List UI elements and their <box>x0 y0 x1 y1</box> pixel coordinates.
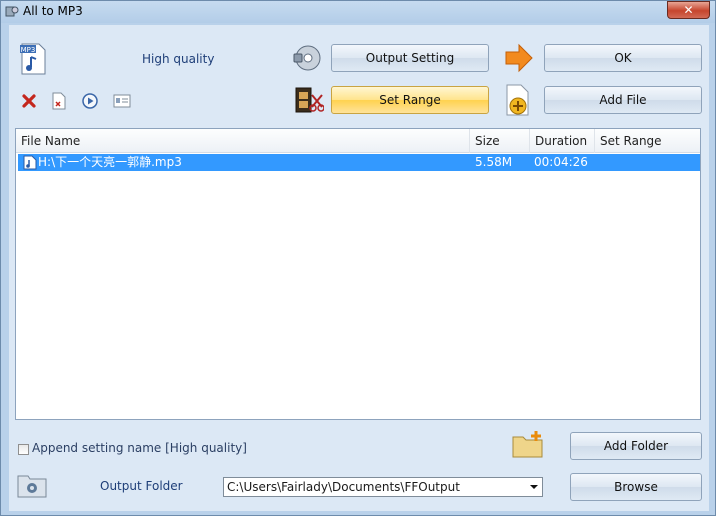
add-file-button[interactable]: Add File <box>544 86 702 114</box>
set-range-button[interactable]: Set Range <box>331 86 489 114</box>
settings-disc-icon[interactable] <box>292 43 322 73</box>
app-window: All to MP3 ✕ MP3 High quality Output Set… <box>0 0 716 516</box>
file-duration-cell: 00:04:26 <box>534 155 588 169</box>
close-button[interactable]: ✕ <box>667 1 710 19</box>
output-setting-button[interactable]: Output Setting <box>331 44 489 72</box>
info-icon[interactable] <box>113 94 131 108</box>
quality-label[interactable]: High quality <box>142 52 214 66</box>
append-setting-label[interactable]: Append setting name [High quality] <box>32 441 247 455</box>
file-size-cell: 5.58M <box>475 155 513 169</box>
list-header: File Name Size Duration Set Range <box>16 129 700 153</box>
column-set-range[interactable]: Set Range <box>595 129 700 153</box>
audio-file-icon <box>23 155 37 170</box>
play-icon[interactable] <box>82 93 98 109</box>
output-folder-label: Output Folder <box>100 479 183 493</box>
output-folder-path: C:\Users\Fairlady\Documents\FFOutput <box>227 480 460 494</box>
column-duration[interactable]: Duration <box>530 129 595 153</box>
table-row[interactable]: H:\下一个天亮一郭静.mp3 5.58M 00:04:26 <box>18 154 700 171</box>
add-folder-button[interactable]: Add Folder <box>570 432 702 460</box>
clear-list-icon[interactable] <box>51 92 67 110</box>
add-folder-icon[interactable] <box>512 429 544 459</box>
file-list[interactable]: File Name Size Duration Set Range H:\下一个… <box>15 128 701 420</box>
append-setting-checkbox[interactable] <box>18 444 29 455</box>
arrow-right-icon <box>505 43 533 73</box>
output-folder-combo[interactable]: C:\Users\Fairlady\Documents\FFOutput <box>223 477 543 497</box>
output-folder-icon[interactable] <box>17 472 47 498</box>
app-icon <box>5 6 19 17</box>
svg-text:MP3: MP3 <box>21 46 36 54</box>
chevron-down-icon[interactable] <box>526 478 542 496</box>
window-title: All to MP3 <box>23 4 83 18</box>
ok-button[interactable]: OK <box>544 44 702 72</box>
mp3-file-icon[interactable]: MP3 <box>19 43 47 75</box>
column-size[interactable]: Size <box>470 129 530 153</box>
add-file-icon[interactable] <box>504 83 532 117</box>
close-icon: ✕ <box>683 3 694 17</box>
film-cut-icon[interactable] <box>294 85 324 115</box>
title-bar: All to MP3 ✕ <box>1 1 715 23</box>
delete-icon[interactable] <box>21 93 37 109</box>
browse-button[interactable]: Browse <box>570 473 702 501</box>
file-name-cell: H:\下一个天亮一郭静.mp3 <box>38 155 182 169</box>
column-file-name[interactable]: File Name <box>16 129 470 153</box>
main-panel: MP3 High quality Output Setting OK Set R… <box>9 25 709 511</box>
